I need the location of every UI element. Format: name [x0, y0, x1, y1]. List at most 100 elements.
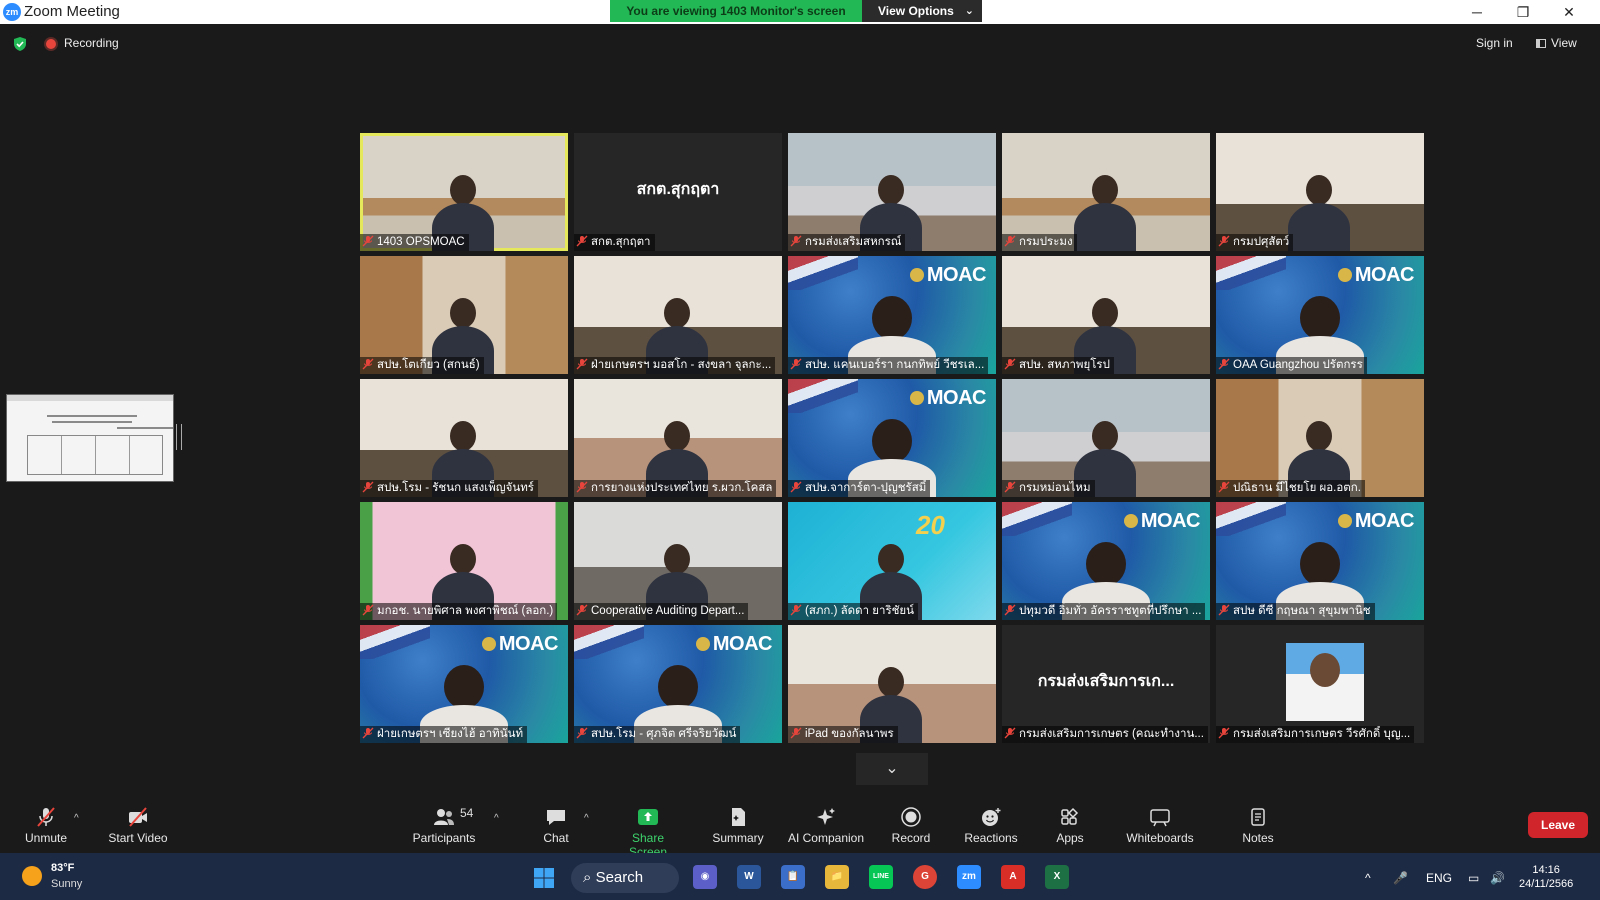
video-tile[interactable]: กรมหม่อนไหม: [1002, 379, 1210, 497]
file-explorer-icon[interactable]: 📁: [825, 865, 849, 889]
video-tile[interactable]: ปณิธาน มีไชยโย ผอ.อตก.: [1216, 379, 1424, 497]
reactions-icon: [982, 808, 1001, 826]
video-tile[interactable]: MOAC ฝ่ายเกษตรฯ เซียงไฮ้ อาทินันท์: [360, 625, 568, 743]
weather-condition: Sunny: [51, 878, 83, 890]
participant-name-tag: สปษ.โรม - ศุภจิต ศรีจริยวัฒน์: [574, 726, 741, 743]
mic-muted-icon: [790, 604, 802, 616]
video-tile[interactable]: ฝ่ายเกษตรฯ มอสโก - สงขลา จุลกะ...: [574, 256, 782, 374]
video-tile[interactable]: กรมส่งเสริมการเกษตร วีรศักดิ์ บุญ...: [1216, 625, 1424, 743]
participant-name: การยางแห่งประเทศไทย ร.ผวก.โคสล: [591, 482, 773, 494]
speaker-icon[interactable]: 🔊: [1490, 871, 1505, 885]
video-tile[interactable]: Cooperative Auditing Depart...: [574, 502, 782, 620]
mic-muted-icon: [576, 604, 588, 616]
video-tile[interactable]: MOAC ปทุมวดี อิ่มทั่ว อัครราชทูตที่ปรึกษา…: [1002, 502, 1210, 620]
video-tile[interactable]: 20 (สภก.) ลัดดา ยาริชัยน์: [788, 502, 996, 620]
chat-caret[interactable]: ^: [584, 813, 589, 824]
video-tile[interactable]: MOAC OAA Guangzhou ปรัตกรร: [1216, 256, 1424, 374]
teams-icon[interactable]: ◉: [693, 865, 717, 889]
sun-icon[interactable]: [22, 866, 42, 886]
recording-label[interactable]: Recording: [64, 36, 119, 50]
restore-button[interactable]: ❐: [1500, 0, 1546, 24]
more-participants-button[interactable]: ⌄: [856, 753, 928, 785]
whiteboards-button[interactable]: Whiteboards: [1124, 807, 1196, 845]
share-screen-button[interactable]: Share Screen: [612, 807, 684, 859]
close-button[interactable]: ✕: [1546, 0, 1592, 24]
video-tile[interactable]: MOAC สปษ ดีซี กฤษณา สุขุมพานิช: [1216, 502, 1424, 620]
video-tile[interactable]: MOAC สปษ. แคนเบอร์รา กนกทิพย์ วีชรเล...: [788, 256, 996, 374]
apps-button[interactable]: Apps: [1054, 807, 1086, 845]
participants-caret[interactable]: ^: [494, 813, 499, 824]
zoom-taskbar-icon[interactable]: zm: [957, 865, 981, 889]
sign-in-button[interactable]: Sign in: [1476, 36, 1513, 50]
video-tile[interactable]: กรมปศุสัตว์: [1216, 133, 1424, 251]
mic-muted-icon: [1004, 235, 1016, 247]
video-tile[interactable]: สปษ. สหภาพยุโรป: [1002, 256, 1210, 374]
language-indicator[interactable]: ENG: [1426, 871, 1452, 885]
participant-name-tag: กรมส่งเสริมสหกรณ์: [788, 234, 906, 251]
video-tile[interactable]: 1403 OPSMOAC: [360, 133, 568, 251]
ai-companion-button[interactable]: AI Companion: [784, 807, 868, 845]
view-options-button[interactable]: View Options ⌄: [862, 0, 982, 22]
unmute-button[interactable]: Unmute: [24, 807, 68, 845]
leave-button[interactable]: Leave: [1528, 812, 1588, 838]
share-screen-icon: [638, 809, 658, 825]
mic-muted-icon: [362, 604, 374, 616]
reactions-button[interactable]: Reactions: [964, 807, 1018, 845]
word-icon[interactable]: W: [737, 865, 761, 889]
chrome-icon[interactable]: G: [913, 865, 937, 889]
taskbar-search[interactable]: ⌕ Search: [571, 863, 679, 893]
video-tile[interactable]: กรมส่งเสริมการเก... กรมส่งเสริมการเกษตร (…: [1002, 625, 1210, 743]
record-button[interactable]: Record: [890, 807, 932, 845]
acrobat-icon[interactable]: A: [1001, 865, 1025, 889]
flag-graphic: [574, 625, 644, 659]
taskbar-clock[interactable]: 14:16 24/11/2566: [1519, 863, 1573, 891]
participant-name: สปษ. แคนเบอร์รา กนกทิพย์ วีชรเล...: [805, 359, 985, 371]
participant-name: 1403 OPSMOAC: [377, 236, 465, 248]
microphone-icon[interactable]: 🎤: [1393, 871, 1408, 885]
participant-head: [1086, 542, 1126, 586]
video-tile[interactable]: iPad ของกัลนาพร: [788, 625, 996, 743]
video-tile[interactable]: MOAC สปษ.โรม - ศุภจิต ศรีจริยวัฒน์: [574, 625, 782, 743]
video-tile[interactable]: สปษ.โรม - รัชนก แสงเพ็ญจันทร์: [360, 379, 568, 497]
notepad-icon[interactable]: 📋: [781, 865, 805, 889]
windows-start-icon[interactable]: [533, 867, 555, 889]
resize-handle[interactable]: [176, 424, 182, 450]
network-icon[interactable]: ▭: [1468, 871, 1479, 885]
video-tile[interactable]: การยางแห่งประเทศไทย ร.ผวก.โคสล: [574, 379, 782, 497]
participant-body: [1288, 203, 1350, 251]
summary-button[interactable]: Summary: [710, 807, 766, 845]
participant-name: กรมปศุสัตว์: [1233, 236, 1290, 248]
mic-muted-icon: [1004, 604, 1016, 616]
participant-head: [444, 665, 484, 709]
video-tile[interactable]: กรมส่งเสริมสหกรณ์: [788, 133, 996, 251]
tray-overflow-icon[interactable]: ^: [1365, 871, 1371, 885]
summary-icon: [732, 808, 745, 826]
line-icon[interactable]: LINE: [869, 865, 893, 889]
audio-options-caret[interactable]: ^: [74, 813, 79, 824]
notes-button[interactable]: Notes: [1240, 807, 1276, 845]
minimize-button[interactable]: ─: [1454, 0, 1500, 24]
mic-muted-icon: [576, 358, 588, 370]
moac-logo: MOAC: [909, 387, 987, 410]
participant-name-tag: iPad ของกัลนาพร: [788, 726, 898, 743]
chat-button[interactable]: Chat: [540, 807, 572, 845]
video-tile[interactable]: มกอช. นายพิศาล พงศาพิชณ์ (ลอก.): [360, 502, 568, 620]
search-label: Search: [595, 869, 644, 886]
participant-name: ฝ่ายเกษตรฯ มอสโก - สงขลา จุลกะ...: [591, 359, 772, 371]
video-tile[interactable]: สกต.สุกฤตา สกต.สุกฤตา: [574, 133, 782, 251]
video-tile[interactable]: กรมประมง: [1002, 133, 1210, 251]
shared-screen-thumbnail[interactable]: [6, 394, 174, 482]
flag-graphic: [1216, 502, 1286, 536]
flag-graphic: [1002, 502, 1072, 536]
viewing-banner: You are viewing 1403 Monitor's screen: [610, 0, 862, 22]
participant-name: ปทุมวดี อิ่มทั่ว อัครราชทูตที่ปรึกษา ...: [1019, 605, 1202, 617]
shield-icon[interactable]: [12, 36, 28, 52]
video-tile[interactable]: สปษ.โตเกียว (สกนธ์): [360, 256, 568, 374]
view-button[interactable]: View: [1536, 36, 1577, 50]
start-video-button[interactable]: Start Video: [106, 807, 170, 845]
excel-icon[interactable]: X: [1045, 865, 1069, 889]
participants-label: Participants: [412, 831, 476, 845]
video-tile[interactable]: MOAC สปษ.จาการ์ตา-ปุญชรัสมิ์: [788, 379, 996, 497]
video-off-icon: [129, 807, 147, 827]
meeting-toolbar: Unmute ^ Start Video Participants 54 ^ C…: [0, 797, 1600, 859]
